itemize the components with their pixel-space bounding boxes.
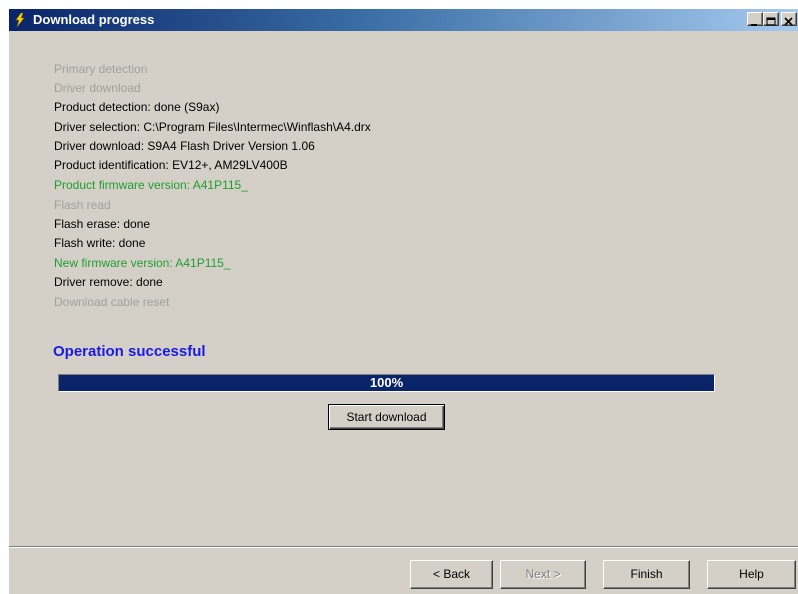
- minimize-icon: [751, 24, 757, 26]
- next-button[interactable]: Next >: [500, 560, 586, 589]
- footer-separator: [9, 546, 798, 548]
- title-bar[interactable]: Download progress: [9, 9, 798, 31]
- help-button[interactable]: Help: [707, 560, 796, 589]
- log-line: Product firmware version: A41P115_: [54, 178, 248, 192]
- maximize-icon: [766, 17, 776, 26]
- log-line: Download cable reset: [54, 295, 170, 309]
- download-progress-window: Download progress Primary detection Driv…: [8, 8, 798, 594]
- log-line: Product identification: EV12+, AM29LV400…: [54, 158, 288, 172]
- log-line: Product detection: done (S9ax): [54, 100, 220, 114]
- progress-label: 100%: [369, 375, 404, 390]
- back-button[interactable]: < Back: [410, 560, 493, 589]
- close-icon: [784, 17, 793, 26]
- start-download-button[interactable]: Start download: [328, 404, 445, 430]
- status-message: Operation successful: [53, 343, 206, 360]
- log-line: Flash read: [54, 198, 111, 212]
- flash-app-icon: [12, 12, 28, 28]
- finish-button[interactable]: Finish: [603, 560, 690, 589]
- log-line: Driver selection: C:\Program Files\Inter…: [54, 120, 371, 134]
- log-line: Driver download: [54, 81, 141, 95]
- close-button[interactable]: [781, 12, 797, 26]
- log-line: Primary detection: [54, 62, 148, 76]
- progress-bar: 100%: [58, 374, 715, 392]
- log-line: New firmware version: A41P115_: [54, 256, 231, 270]
- log-line: Driver download: S9A4 Flash Driver Versi…: [54, 139, 315, 153]
- log-line: Driver remove: done: [54, 275, 163, 289]
- maximize-button[interactable]: [763, 12, 779, 26]
- minimize-button[interactable]: [747, 12, 763, 26]
- window-title: Download progress: [33, 12, 155, 27]
- log-line: Flash erase: done: [54, 217, 151, 231]
- log-line: Flash write: done: [54, 236, 146, 250]
